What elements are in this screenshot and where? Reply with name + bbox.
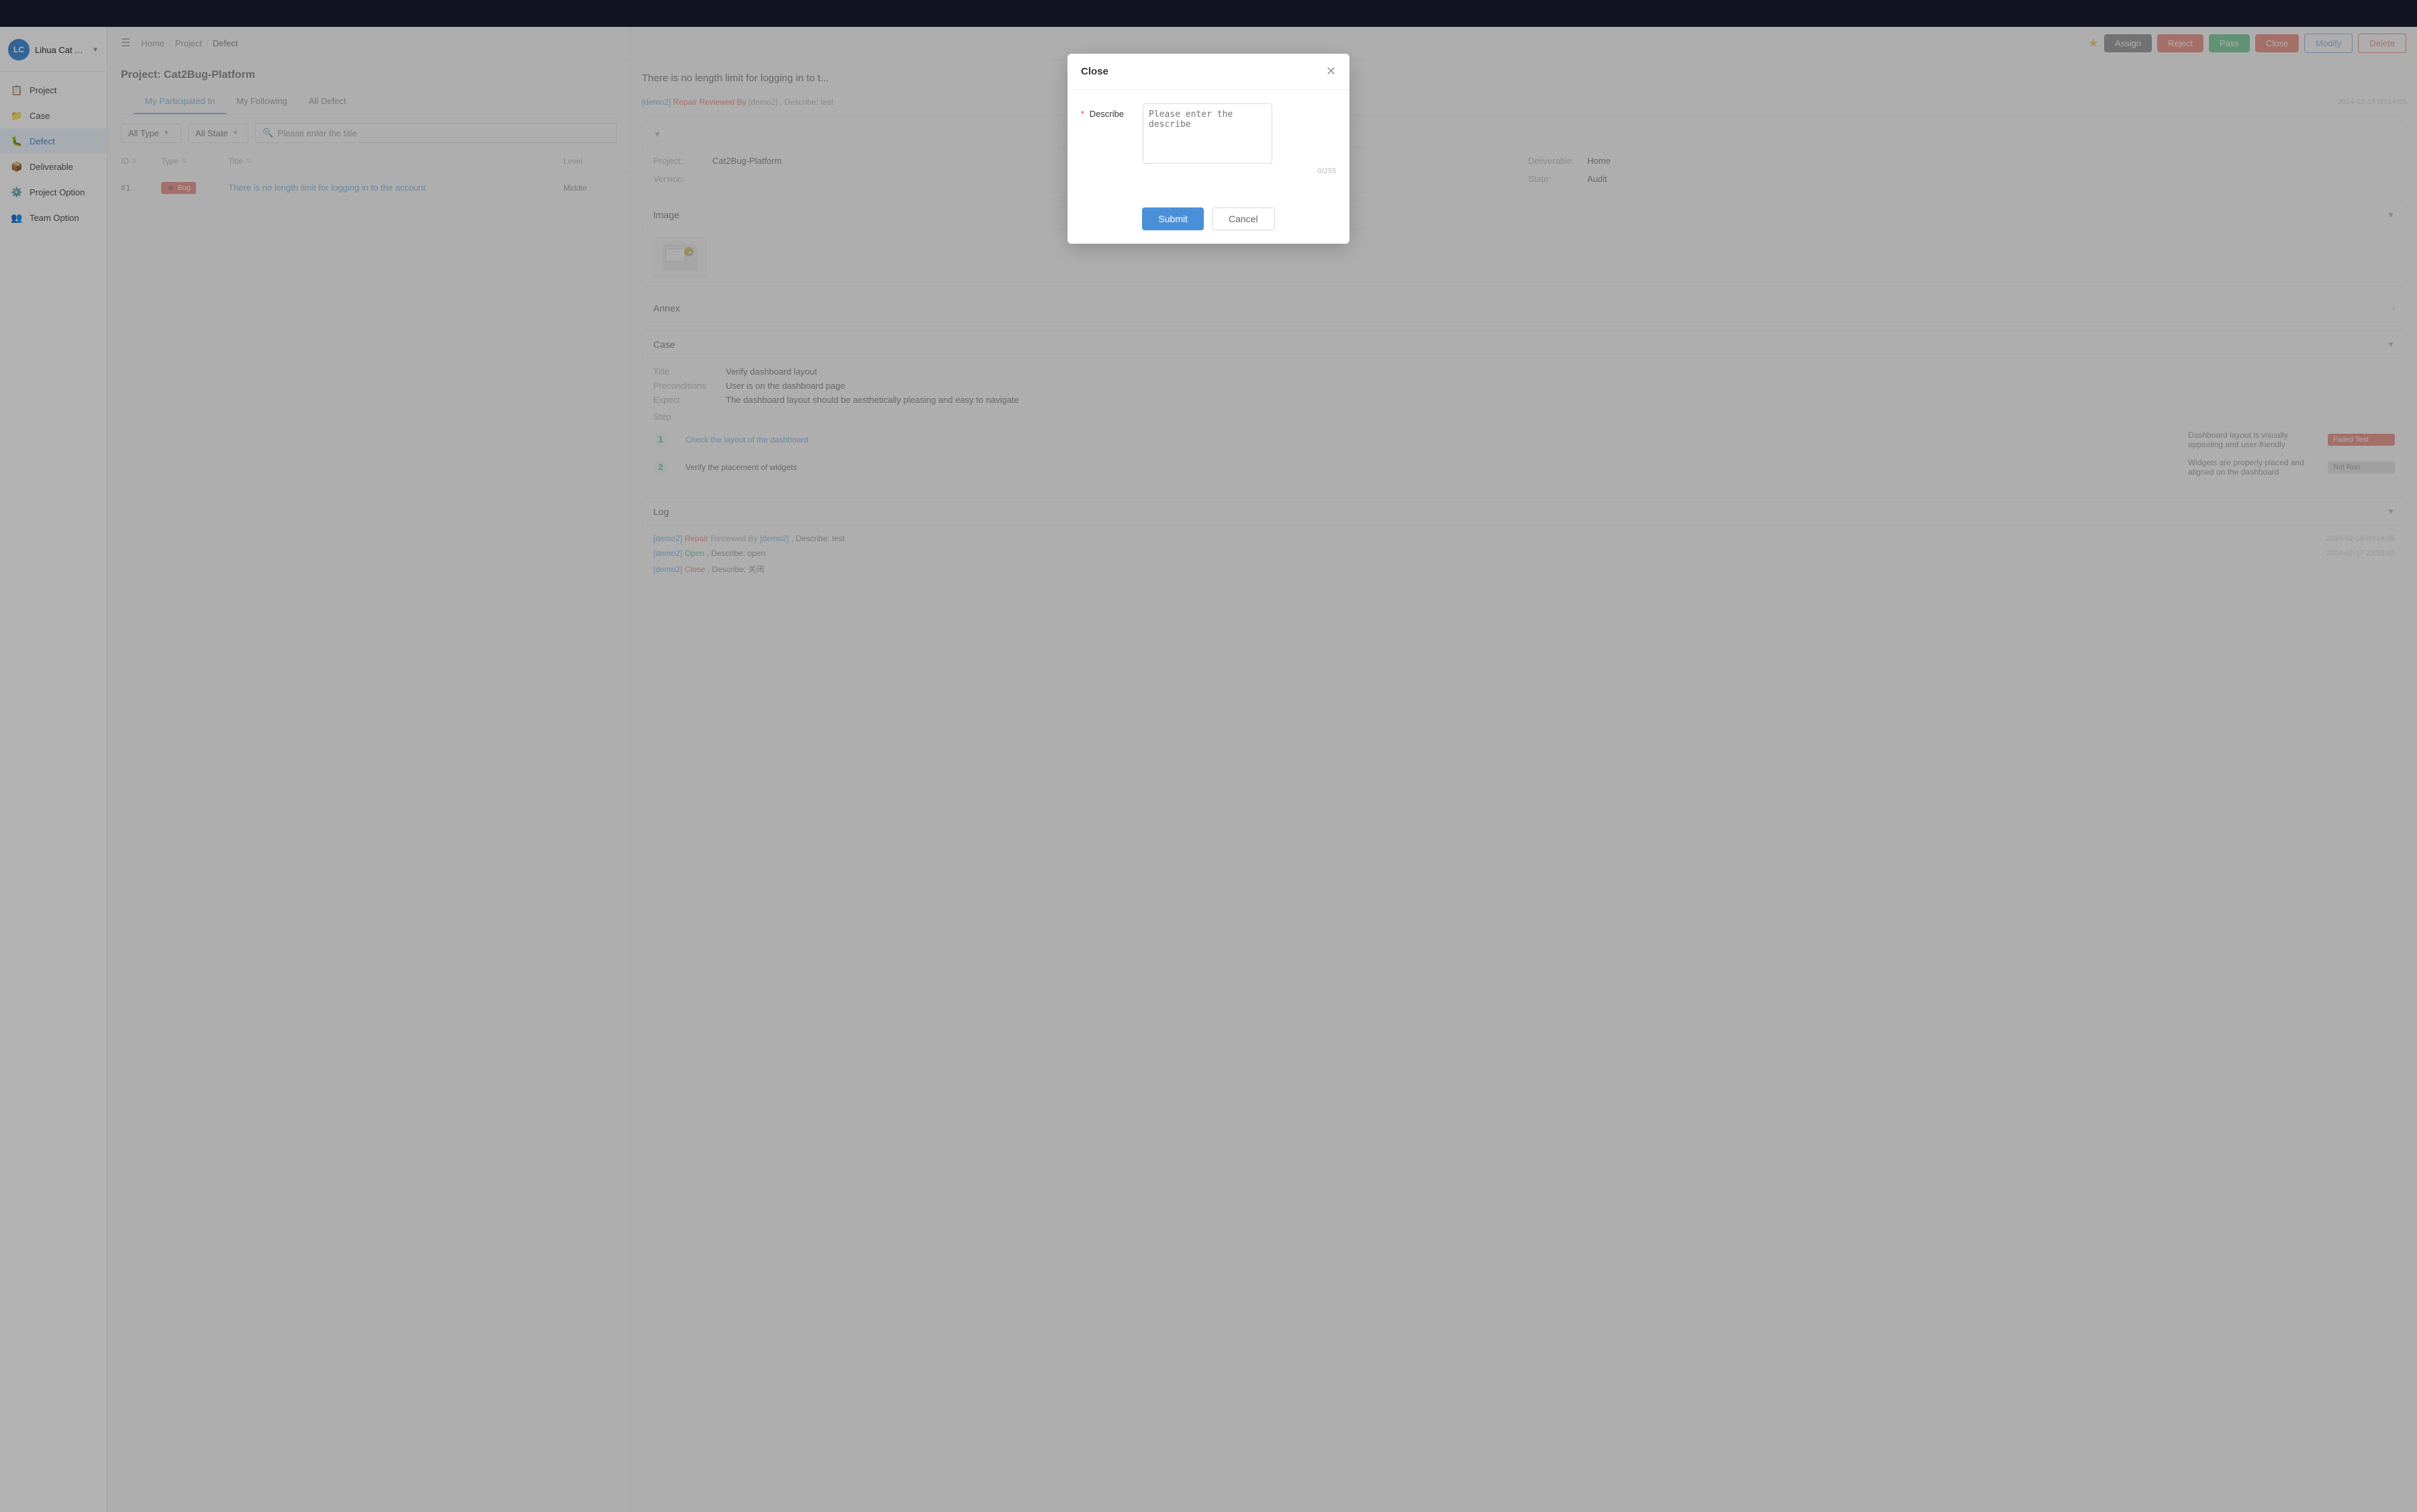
describe-label: * Describe [1081,103,1135,119]
submit-button[interactable]: Submit [1142,207,1204,230]
close-modal: Close ✕ * Describe 0/255 Submit Cancel [1068,54,1349,244]
char-count: 0/255 [1143,167,1336,175]
modal-body: * Describe 0/255 [1068,90,1349,199]
describe-form-row: * Describe 0/255 [1081,103,1336,175]
describe-textarea[interactable] [1143,103,1272,164]
modal-title: Close [1081,66,1108,77]
cancel-button[interactable]: Cancel [1212,207,1275,230]
modal-close-button[interactable]: ✕ [1326,64,1336,79]
modal-header: Close ✕ [1068,54,1349,90]
modal-footer: Submit Cancel [1068,199,1349,244]
modal-overlay: Close ✕ * Describe 0/255 Submit Cancel [0,0,2417,1512]
